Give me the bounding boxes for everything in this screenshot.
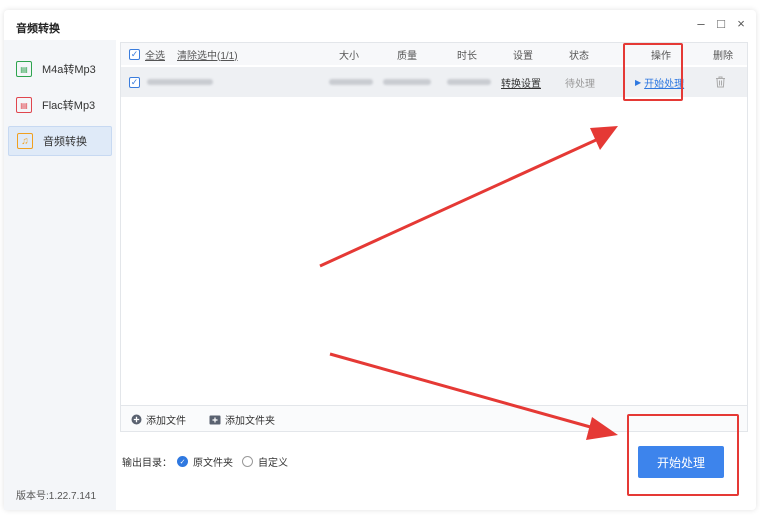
window-controls: – □ × [694,16,748,32]
flac-file-icon: ▤ [16,97,32,113]
close-button[interactable]: × [734,16,748,32]
conversion-settings-link[interactable]: 转换设置 [501,67,541,97]
add-file-label: 添加文件 [146,416,186,427]
select-all-checkbox[interactable]: ✓ [129,48,140,60]
file-actions-bar: 添加文件 添加文件夹 [120,406,748,432]
app-window: 音频转换 – □ × ▤ M4a转Mp3 ▤ Flac转Mp3 ♫ 音频转换 版… [4,10,756,510]
music-note-icon: ♫ [17,133,33,149]
m4a-file-icon: ▤ [16,61,32,77]
plus-circle-icon [131,414,142,425]
column-action: 操作 [651,50,671,62]
start-processing-label[interactable]: 开始处理 [644,75,684,90]
row-checkbox[interactable]: ✓ [129,76,140,88]
file-name-blurred [147,79,213,85]
radio-source-folder[interactable]: ✓ [177,456,188,467]
play-icon: ▶ [635,77,642,87]
add-file-button[interactable]: 添加文件 [131,412,186,427]
row-status: 待处理 [565,78,595,90]
radio-custom-folder[interactable] [242,456,253,467]
duration-blurred [447,79,491,85]
output-directory: 输出目录： ✓ 原文件夹 自定义 [122,454,288,469]
column-status: 状态 [569,50,589,62]
maximize-button[interactable]: □ [714,16,728,32]
output-directory-label: 输出目录： [122,458,172,469]
title-bar: 音频转换 – □ × [4,10,756,40]
column-settings: 设置 [513,50,533,62]
sidebar-item-label: Flac转Mp3 [42,100,96,112]
source-folder-label[interactable]: 原文件夹 [193,454,233,469]
file-table: ✓ 全选 清除选中(1/1) 大小 质量 时长 设置 状态 操作 删除 ✓ 转换… [120,42,748,406]
folder-plus-icon [209,415,221,424]
start-processing-link[interactable]: ▶ 开始处理 [635,67,684,97]
sidebar: ▤ M4a转Mp3 ▤ Flac转Mp3 ♫ 音频转换 版本号:1.22.7.1… [4,40,116,510]
sidebar-item-flac-to-mp3[interactable]: ▤ Flac转Mp3 [8,90,112,120]
sidebar-item-audio-convert[interactable]: ♫ 音频转换 [8,126,112,156]
quality-cell [383,67,431,97]
sidebar-item-label: M4a转Mp3 [42,64,96,76]
add-folder-label: 添加文件夹 [225,416,275,427]
select-all-control[interactable]: ✓ 全选 [129,43,165,65]
table-row[interactable]: ✓ 转换设置 待处理 ▶ 开始处理 [121,67,747,97]
table-header: ✓ 全选 清除选中(1/1) 大小 质量 时长 设置 状态 操作 删除 [121,43,747,65]
minimize-button[interactable]: – [694,16,708,32]
clear-selected-link[interactable]: 清除选中(1/1) [177,43,238,65]
clear-selected-label[interactable]: 清除选中(1/1) [177,47,238,62]
delete-row-button[interactable] [715,67,726,97]
column-duration: 时长 [457,50,477,62]
app-title: 音频转换 [16,23,60,35]
sidebar-item-label: 音频转换 [43,136,87,148]
sidebar-item-m4a-to-mp3[interactable]: ▤ M4a转Mp3 [8,54,112,84]
add-folder-button[interactable]: 添加文件夹 [209,412,275,427]
duration-cell [447,67,491,97]
version-label: 版本号:1.22.7.141 [16,491,97,502]
conversion-settings-label[interactable]: 转换设置 [501,75,541,90]
custom-folder-label[interactable]: 自定义 [258,454,288,469]
start-processing-button[interactable]: 开始处理 [638,446,724,478]
file-size-blurred [329,79,373,85]
file-name-cell [147,67,213,97]
column-delete: 删除 [713,50,733,62]
quality-blurred [383,79,431,85]
trash-icon [716,76,725,88]
row-checkbox-cell[interactable]: ✓ [129,67,140,97]
select-all-label[interactable]: 全选 [145,47,165,62]
column-quality: 质量 [397,50,417,62]
column-size: 大小 [339,50,359,62]
file-size-cell [329,67,373,97]
